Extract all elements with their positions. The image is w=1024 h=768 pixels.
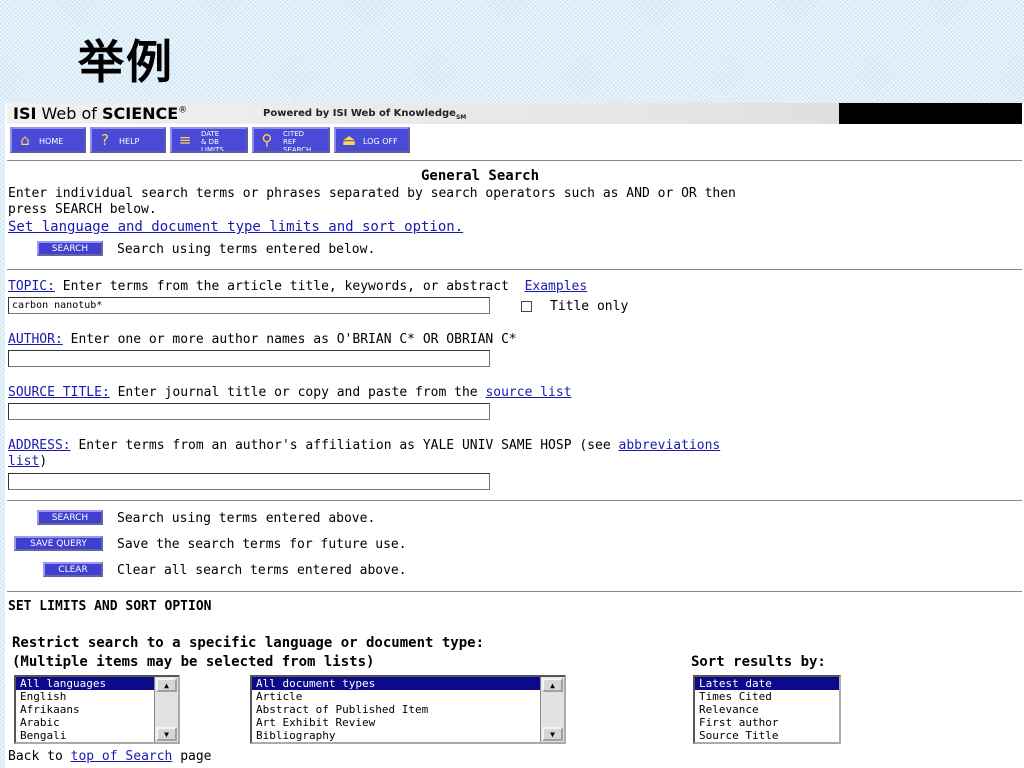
source-title-label-link[interactable]: SOURCE TITLE: [8, 385, 110, 400]
language-listbox[interactable]: All languages English Afrikaans Arabic B… [14, 675, 180, 744]
divider [7, 500, 1022, 501]
help-button[interactable]: ? HELP [90, 127, 166, 153]
multiple-note: (Multiple items may be selected from lis… [12, 654, 375, 670]
limits-link[interactable]: Set language and document type limits an… [8, 219, 463, 235]
scroll-up-icon[interactable]: ▲ [542, 678, 563, 692]
date-limits-button[interactable]: ≡ DATE & DB LIMITS [170, 127, 248, 153]
author-input[interactable] [8, 350, 490, 367]
sort-option[interactable]: Source Title [695, 729, 839, 742]
address-input[interactable] [8, 473, 490, 490]
header-black-block [839, 103, 1022, 124]
doc-type-option[interactable]: Bibliography [252, 729, 564, 742]
topic-input[interactable] [8, 297, 490, 314]
divider [7, 269, 1022, 270]
sort-option[interactable]: Times Cited [695, 690, 839, 703]
abbreviations-link[interactable]: abbreviations [619, 438, 721, 453]
sort-listbox[interactable]: Latest date Times Cited Relevance First … [693, 675, 841, 744]
instructions-line-1: Enter individual search terms or phrases… [8, 186, 736, 201]
instructions-line-2: press SEARCH below. [8, 202, 157, 217]
log-off-icon: ⏏ [341, 131, 357, 149]
divider [7, 591, 1022, 592]
browser-screenshot: ISI Web of SCIENCE® Powered by ISI Web o… [5, 103, 1024, 768]
doc-type-option[interactable]: Article [252, 690, 564, 703]
save-query-text: Save the search terms for future use. [117, 537, 407, 552]
source-title-input[interactable] [8, 403, 490, 420]
divider [7, 160, 1022, 161]
restrict-heading: Restrict search to a specific language o… [12, 635, 485, 651]
address-row-wrap: list) [8, 454, 48, 469]
header-bar: ISI Web of SCIENCE® Powered by ISI Web o… [7, 103, 1022, 124]
search-button-bottom[interactable]: SEARCH [37, 510, 103, 525]
sort-heading: Sort results by: [691, 654, 826, 670]
magnifier-icon: ⚲ [261, 131, 273, 149]
isi-logo: ISI Web of SCIENCE® [13, 104, 188, 123]
address-row: ADDRESS: Enter terms from an author's af… [8, 438, 721, 453]
address-label-link[interactable]: ADDRESS: [8, 438, 71, 453]
search-button-top[interactable]: SEARCH [37, 241, 103, 256]
back-to-top-row: Back to top of Search page [8, 749, 212, 764]
save-query-button[interactable]: SAVE QUERY [14, 536, 103, 551]
sort-option[interactable]: First author [695, 716, 839, 729]
search-above-text: Search using terms entered above. [117, 511, 376, 526]
clear-text: Clear all search terms entered above. [117, 563, 407, 578]
source-list-link[interactable]: source list [485, 385, 571, 400]
doc-type-option[interactable]: All document types [252, 677, 564, 690]
title-only-checkbox[interactable] [521, 301, 532, 312]
abbreviations-list-link[interactable]: list [8, 454, 39, 469]
slide-title: 举例 [78, 35, 174, 89]
limits-heading: SET LIMITS AND SORT OPTION [8, 599, 212, 614]
scroll-down-icon[interactable]: ▼ [156, 727, 177, 741]
sort-option[interactable]: Latest date [695, 677, 839, 690]
author-label-link[interactable]: AUTHOR: [8, 332, 63, 347]
help-icon: ? [101, 131, 109, 149]
nav-toolbar: ⌂ HOME ? HELP ≡ DATE & DB LIMITS ⚲ CITED… [7, 127, 1022, 153]
source-title-row: SOURCE TITLE: Enter journal title or cop… [8, 385, 572, 400]
clear-button[interactable]: CLEAR [43, 562, 103, 577]
cited-ref-search-button[interactable]: ⚲ CITED REF SEARCH [252, 127, 330, 153]
topic-row: TOPIC: Enter terms from the article titl… [8, 279, 588, 294]
scroll-up-icon[interactable]: ▲ [156, 678, 177, 692]
doc-type-scrollbar[interactable]: ▲ ▼ [540, 677, 564, 742]
sort-option[interactable]: Relevance [695, 703, 839, 716]
scroll-down-icon[interactable]: ▼ [542, 727, 563, 741]
database-icon: ≡ [178, 131, 192, 149]
examples-link[interactable]: Examples [525, 279, 588, 294]
home-icon: ⌂ [20, 131, 30, 149]
powered-by-text: Powered by ISI Web of KnowledgeSM [263, 108, 467, 121]
search-below-text: Search using terms entered below. [117, 242, 376, 257]
doc-type-option[interactable]: Abstract of Published Item [252, 703, 564, 716]
doc-type-listbox[interactable]: All document types Article Abstract of P… [250, 675, 566, 744]
topic-label-link[interactable]: TOPIC: [8, 279, 55, 294]
language-scrollbar[interactable]: ▲ ▼ [154, 677, 178, 742]
log-off-button[interactable]: ⏏ LOG OFF [334, 127, 410, 153]
author-row: AUTHOR: Enter one or more author names a… [8, 332, 517, 347]
top-of-search-link[interactable]: top of Search [71, 749, 173, 764]
page-heading: General Search [421, 168, 540, 184]
doc-type-option[interactable]: Art Exhibit Review [252, 716, 564, 729]
title-only-label: Title only [550, 299, 629, 314]
home-button[interactable]: ⌂ HOME [10, 127, 86, 153]
